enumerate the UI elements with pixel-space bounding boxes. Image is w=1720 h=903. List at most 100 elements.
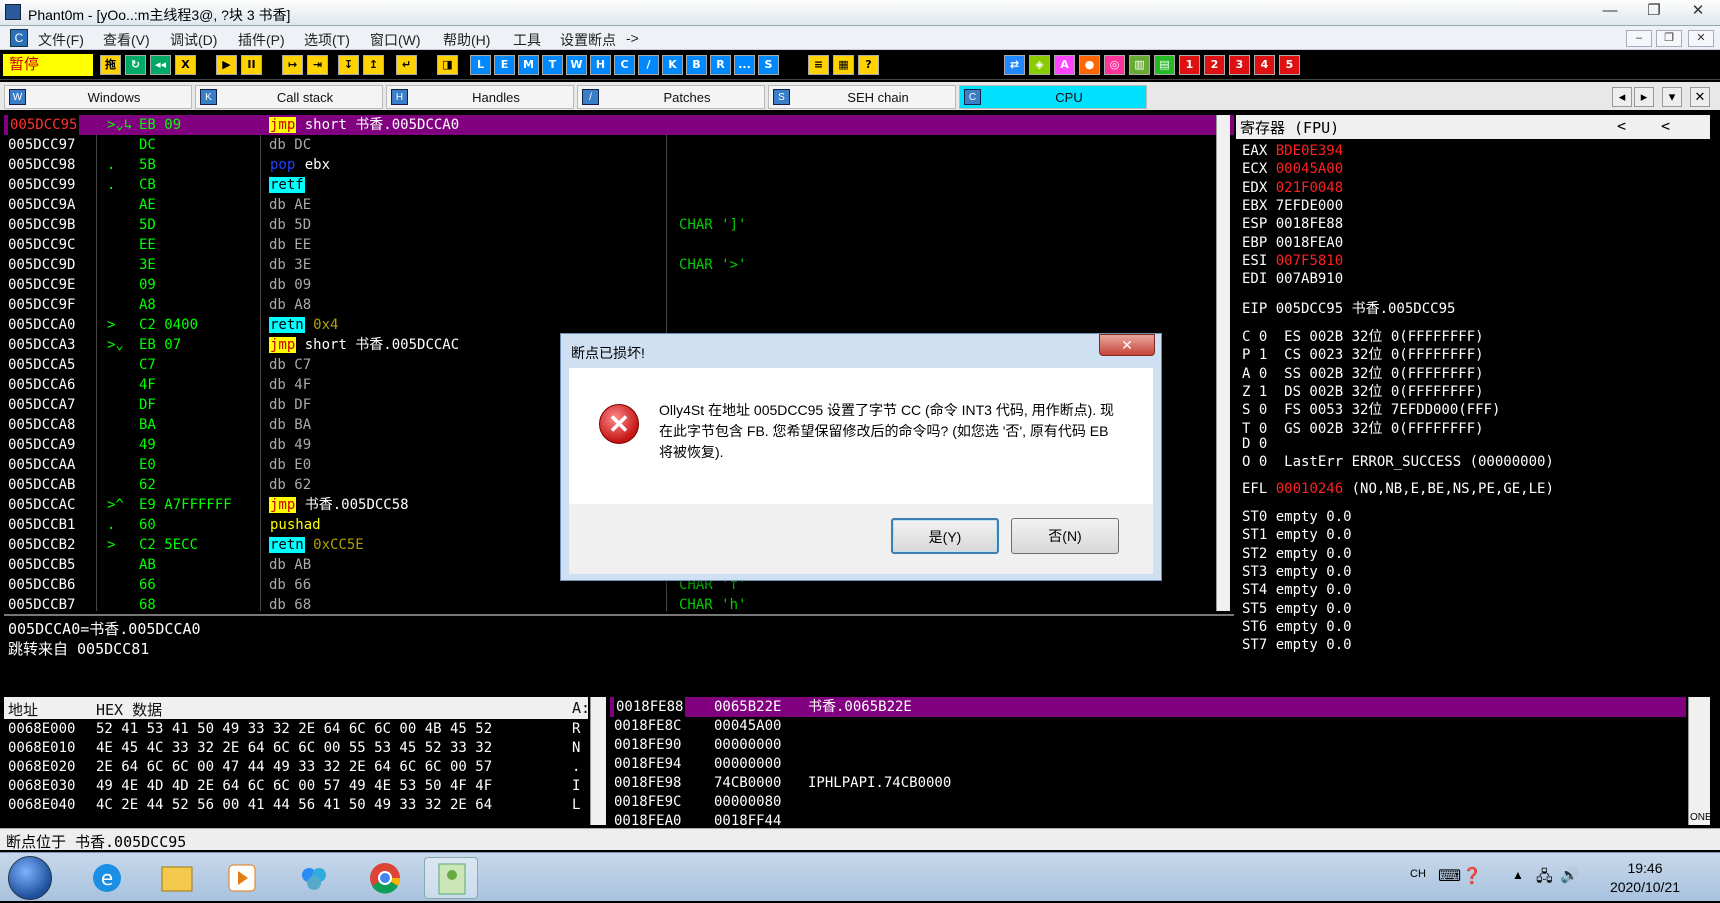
- stack-row[interactable]: 0018FE90 00000000: [610, 735, 1686, 755]
- fpu-register[interactable]: ST0 empty 0.0: [1242, 509, 1352, 525]
- patches-window-button[interactable]: /: [638, 55, 659, 75]
- menu-plugins[interactable]: 插件(P): [238, 30, 285, 50]
- chrome-icon[interactable]: [358, 857, 412, 899]
- cpu-window-button[interactable]: C: [614, 55, 635, 75]
- log-window-button[interactable]: L: [470, 55, 491, 75]
- execute-till-return-button[interactable]: ↵: [396, 55, 417, 75]
- rewind-button[interactable]: ◂◂: [150, 55, 171, 75]
- fpu-register[interactable]: ST7 empty 0.0: [1242, 637, 1352, 653]
- disasm-row[interactable]: 005DCC9C EE db EE: [4, 235, 1234, 255]
- plugin-button-1[interactable]: ⇄: [1004, 55, 1025, 75]
- call-stack-window-button[interactable]: K: [662, 55, 683, 75]
- disasm-row[interactable]: 005DCC9D 3E db 3E CHAR '>': [4, 255, 1234, 275]
- register-edi[interactable]: EDI 007AB910: [1242, 271, 1343, 287]
- breakpoints-window-button[interactable]: B: [686, 55, 707, 75]
- yes-button[interactable]: 是(Y): [891, 518, 999, 554]
- disasm-row[interactable]: 005DCC98. 5B pop ebx: [4, 155, 1234, 175]
- disasm-row[interactable]: 005DCC95 >⌄↳ EB 09 jmp short 书香.005DCCA0: [4, 115, 1234, 135]
- flag-row[interactable]: A 0 SS 002B 32位 0(FFFFFFFF): [1242, 363, 1484, 383]
- help-button[interactable]: ?: [858, 55, 879, 75]
- plugin-button-2[interactable]: ◈: [1029, 55, 1050, 75]
- flag-row[interactable]: P 1 CS 0023 32位 0(FFFFFFFF): [1242, 344, 1484, 364]
- ie-icon[interactable]: e: [80, 857, 134, 899]
- fpu-register[interactable]: ST1 empty 0.0: [1242, 527, 1352, 543]
- bookmark-1-button[interactable]: 1: [1179, 55, 1200, 75]
- tab-scroll-right-button[interactable]: ▸: [1634, 87, 1654, 107]
- stack-row[interactable]: 0018FEA0 0018FF44: [610, 811, 1686, 825]
- drag-button[interactable]: 拖: [100, 55, 121, 75]
- trace-into-button[interactable]: ↧: [338, 55, 359, 75]
- dump-row[interactable]: 0068E000 52 41 53 41 50 49 33 32 2E 64 6C…: [4, 719, 588, 739]
- menu-file[interactable]: 文件(F): [38, 30, 84, 50]
- register-eip[interactable]: EIP 005DCC95 书香.005DCC95: [1242, 298, 1455, 318]
- registers-header[interactable]: 寄存器 (FPU) < <: [1236, 115, 1710, 139]
- plugin-button-6[interactable]: ▥: [1129, 55, 1150, 75]
- dump-row[interactable]: 0068E010 4E 45 4C 33 32 2E 64 6C 6C 00 55…: [4, 738, 588, 758]
- close-button[interactable]: ✕: [1680, 2, 1716, 22]
- disasm-row[interactable]: 005DCCA0 > C2 0400 retn 0x4: [4, 315, 1234, 335]
- modules-window-button[interactable]: E: [494, 55, 515, 75]
- fpu-register[interactable]: ST3 empty 0.0: [1242, 564, 1352, 580]
- menu-options[interactable]: 选项(T): [304, 30, 350, 50]
- disasm-row[interactable]: 005DCC99. CB retf: [4, 175, 1234, 195]
- mdi-close-button[interactable]: ✕: [1688, 30, 1714, 47]
- memory-dump-pane[interactable]: 0068E000 52 41 53 41 50 49 33 32 2E 64 6C…: [4, 719, 588, 825]
- threads-window-button[interactable]: T: [542, 55, 563, 75]
- disassembly-scrollbar[interactable]: [1216, 115, 1230, 611]
- register-edx[interactable]: EDX 021F0048: [1242, 180, 1343, 196]
- stack-pane[interactable]: 0018FE88 0065B22E 书香.0065B22E 0018FE8C 00045…: [610, 697, 1686, 825]
- clock[interactable]: 19:46 2020/10/21: [1590, 859, 1700, 897]
- mdi-child-icon[interactable]: C: [10, 29, 28, 47]
- register-ecx[interactable]: ECX 00045A00: [1242, 161, 1343, 177]
- register-esp[interactable]: ESP 0018FE88: [1242, 216, 1343, 232]
- debugger-taskbar-button[interactable]: [424, 857, 478, 899]
- debugging-options-button[interactable]: ≡: [808, 55, 829, 75]
- memory-window-button[interactable]: M: [518, 55, 539, 75]
- flag-row[interactable]: T 0 GS 002B 32位 0(FFFFFFFF): [1242, 418, 1484, 438]
- menu-view[interactable]: 查看(V): [103, 30, 150, 50]
- disasm-row[interactable]: 005DCCB7 68 db 68 CHAR 'h': [4, 595, 1234, 611]
- register-eax[interactable]: EAX BDE0E394: [1242, 143, 1343, 159]
- menu-window[interactable]: 窗口(W): [370, 30, 421, 50]
- tab-call-stack[interactable]: K Call stack: [195, 85, 383, 109]
- stack-scrollbar[interactable]: ONE: [1688, 697, 1712, 825]
- registers-pane[interactable]: 寄存器 (FPU) < < EAX BDE0E394 ECX 00045A00 ED…: [1236, 115, 1710, 694]
- minimize-button[interactable]: —: [1592, 2, 1628, 22]
- trace-over-button[interactable]: ↥: [363, 55, 384, 75]
- registers-next-button[interactable]: <: [1661, 117, 1670, 135]
- stack-row[interactable]: 0018FE8C 00045A00: [610, 716, 1686, 736]
- baidu-netdisk-icon[interactable]: [287, 857, 341, 899]
- disasm-row[interactable]: 005DCC9A AE db AE: [4, 195, 1234, 215]
- language-indicator[interactable]: CH: [1410, 868, 1426, 880]
- menu-arrow[interactable]: ->: [626, 30, 639, 46]
- close-process-button[interactable]: X: [175, 55, 196, 75]
- mdi-minimize-button[interactable]: –: [1626, 30, 1652, 47]
- dump-scrollbar[interactable]: [590, 697, 606, 825]
- register-ebp[interactable]: EBP 0018FEA0: [1242, 235, 1343, 251]
- tab-cpu[interactable]: C CPU: [959, 85, 1147, 109]
- fpu-register[interactable]: ST6 empty 0.0: [1242, 619, 1352, 635]
- bookmark-5-button[interactable]: 5: [1279, 55, 1300, 75]
- tab-list-button[interactable]: ▾: [1662, 87, 1682, 107]
- stack-row[interactable]: 0018FE98 74CB0000 IPHLPAPI.74CB0000: [610, 773, 1686, 793]
- run-button[interactable]: ▶: [216, 55, 237, 75]
- dump-col-ascii[interactable]: A:: [572, 699, 590, 717]
- bookmark-4-button[interactable]: 4: [1254, 55, 1275, 75]
- step-into-button[interactable]: ↦: [282, 55, 303, 75]
- flag-row[interactable]: C 0 ES 002B 32位 0(FFFFFFFF): [1242, 326, 1484, 346]
- stack-row[interactable]: 0018FE94 00000000: [610, 754, 1686, 774]
- plugin-button-3[interactable]: A: [1054, 55, 1075, 75]
- pause-button[interactable]: II: [241, 55, 262, 75]
- menu-help[interactable]: 帮助(H): [443, 30, 490, 50]
- fpu-register[interactable]: ST4 empty 0.0: [1242, 582, 1352, 598]
- restart-button[interactable]: ↻: [125, 55, 146, 75]
- network-icon[interactable]: 🖧: [1536, 866, 1553, 891]
- fpu-register[interactable]: ST2 empty 0.0: [1242, 546, 1352, 562]
- fpu-register[interactable]: ST5 empty 0.0: [1242, 601, 1352, 617]
- source-window-button[interactable]: S: [758, 55, 779, 75]
- run-trace-window-button[interactable]: ...: [734, 55, 755, 75]
- disasm-row[interactable]: 005DCC9E 09 db 09: [4, 275, 1234, 295]
- no-button[interactable]: 否(N): [1011, 518, 1119, 554]
- flag-row[interactable]: O 0 LastErr ERROR_SUCCESS (00000000): [1242, 454, 1554, 470]
- tab-handles[interactable]: H Handles: [386, 85, 574, 109]
